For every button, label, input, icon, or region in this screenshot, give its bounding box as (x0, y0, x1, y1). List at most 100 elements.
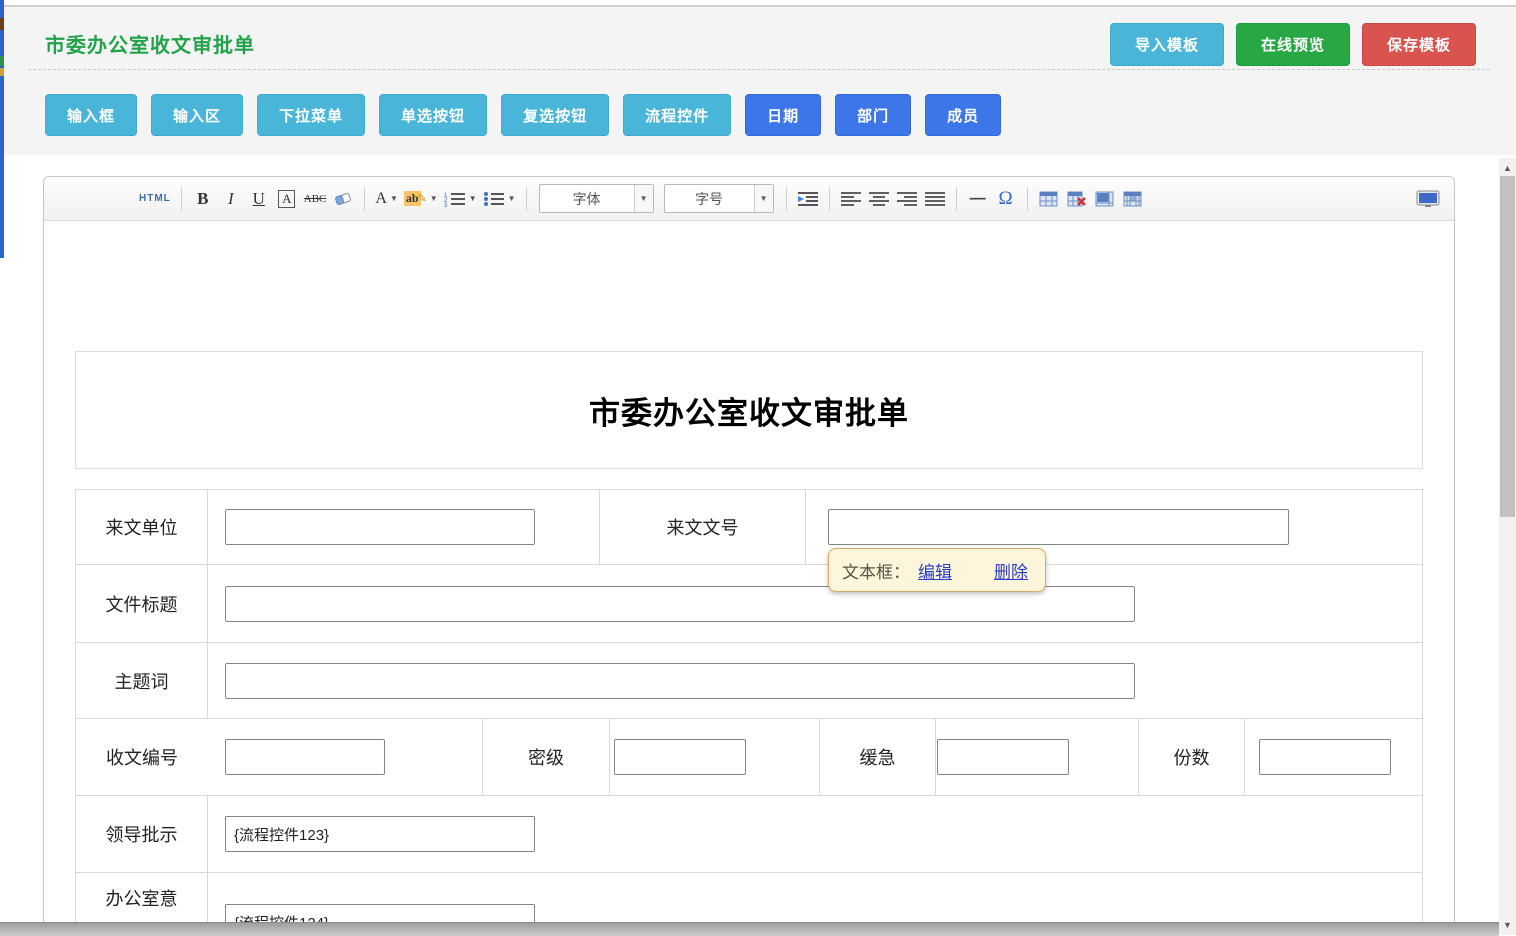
form-title: 市委办公室收文审批单 (75, 351, 1423, 469)
label-incoming-unit: 来文单位 (76, 490, 208, 564)
incoming-unit-input[interactable] (225, 509, 535, 545)
bold-icon[interactable]: B (192, 186, 214, 212)
receipt-number-input[interactable] (225, 739, 385, 775)
online-preview-button[interactable]: 在线预览 (1236, 23, 1350, 66)
cell-copies (1245, 719, 1422, 795)
delete-link[interactable]: 删除 (994, 558, 1028, 583)
boxed-a-icon[interactable]: A (276, 186, 298, 212)
toolbar-separator (1027, 187, 1028, 211)
chevron-down-icon: ▼ (508, 194, 516, 203)
svg-text:3: 3 (444, 203, 448, 207)
align-right-icon[interactable] (896, 186, 918, 212)
label-leader-remark: 领导批示 (76, 796, 208, 872)
label-subject-word: 主题词 (76, 643, 208, 718)
incoming-number-input[interactable] (828, 509, 1289, 545)
table-row: 来文单位 来文文号 (76, 490, 1422, 565)
date-widget-button[interactable]: 日期 (745, 94, 821, 136)
chevron-down-icon: ▼ (390, 194, 398, 203)
strikethrough-icon[interactable]: ABC (304, 186, 327, 212)
copies-input[interactable] (1259, 739, 1391, 775)
label-incoming-number: 来文文号 (600, 490, 806, 564)
bottom-window-edge (0, 922, 1499, 936)
subject-word-input[interactable] (225, 663, 1135, 699)
insert-table-icon[interactable] (1038, 186, 1060, 212)
background-speck (0, 56, 4, 66)
highlight-color-icon[interactable]: ab✎▼ (404, 186, 438, 212)
radio-widget-button[interactable]: 单选按钮 (379, 94, 487, 136)
font-color-icon[interactable]: A▼ (375, 186, 397, 212)
underline-icon[interactable]: U (248, 186, 270, 212)
department-widget-button[interactable]: 部门 (835, 94, 911, 136)
editor-content-area[interactable]: 市委办公室收文审批单 来文单位 来文文号 文件标题 (44, 221, 1454, 935)
vertical-scrollbar[interactable]: ▲ ▼ (1499, 158, 1516, 935)
cell-leader-remark (208, 796, 1422, 872)
fullscreen-icon[interactable] (1416, 186, 1440, 212)
ordered-list-icon[interactable]: 123 ▼ (444, 186, 477, 212)
table-row: 领导批示 (76, 796, 1422, 873)
toolbar-separator (526, 187, 527, 211)
align-left-icon[interactable] (840, 186, 862, 212)
table-row: 主题词 (76, 643, 1422, 719)
textarea-widget-button[interactable]: 输入区 (151, 94, 243, 136)
label-secrecy: 密级 (483, 719, 610, 795)
cell-doc-title (208, 565, 1422, 642)
dropdown-widget-button[interactable]: 下拉菜单 (257, 94, 365, 136)
indent-icon[interactable] (797, 186, 819, 212)
scrollbar-thumb[interactable] (1500, 176, 1515, 517)
cell-secrecy (610, 719, 820, 795)
page-title: 市委办公室收文审批单 (45, 29, 255, 58)
rich-text-editor: HTML B I U A ABC A▼ ab✎▼ 123 ▼ ▼ 字体▼ 字号▼ (43, 176, 1455, 935)
urgency-input[interactable] (937, 739, 1069, 775)
italic-icon[interactable]: I (220, 186, 242, 212)
cell-incoming-unit (208, 490, 600, 564)
eraser-icon[interactable] (332, 186, 354, 212)
pencil-icon: ✎ (418, 192, 427, 205)
horizontal-rule-icon[interactable]: — (967, 186, 989, 212)
cell-properties-icon[interactable] (1122, 186, 1144, 212)
cell-urgency (936, 719, 1139, 795)
edit-link[interactable]: 编辑 (918, 558, 952, 583)
unordered-list-icon[interactable]: ▼ (483, 186, 516, 212)
secrecy-input[interactable] (614, 739, 746, 775)
special-character-icon[interactable]: Ω (995, 186, 1017, 212)
scroll-up-arrow-icon[interactable]: ▲ (1499, 160, 1516, 176)
checkbox-widget-button[interactable]: 复选按钮 (501, 94, 609, 136)
action-button-group: 导入模板 在线预览 保存模板 (1110, 23, 1476, 66)
input-box-widget-button[interactable]: 输入框 (45, 94, 137, 136)
toolbar-separator (181, 187, 182, 211)
toolbar-separator (364, 187, 365, 211)
background-speck (0, 68, 4, 76)
toolbar-separator (829, 187, 830, 211)
window-top-edge (0, 0, 1516, 7)
chevron-down-icon: ▼ (430, 194, 438, 203)
align-justify-icon[interactable] (924, 186, 946, 212)
delete-table-icon[interactable] (1066, 186, 1088, 212)
widget-tooltip: 文本框： 编辑 删除 (828, 548, 1046, 592)
leader-remark-input[interactable] (225, 816, 535, 852)
font-size-select[interactable]: 字号▼ (664, 184, 774, 213)
table-properties-icon[interactable] (1094, 186, 1116, 212)
background-speck (0, 18, 4, 30)
table-row: 收文编号 密级 缓急 份数 (76, 719, 1422, 796)
member-widget-button[interactable]: 成员 (925, 94, 1001, 136)
cell-subject-word (208, 643, 1422, 718)
chevron-down-icon: ▼ (469, 194, 477, 203)
toolbar-separator (786, 187, 787, 211)
label-copies: 份数 (1139, 719, 1245, 795)
chevron-down-icon: ▼ (754, 185, 773, 212)
import-template-button[interactable]: 导入模板 (1110, 23, 1224, 66)
font-family-select[interactable]: 字体▼ (539, 184, 654, 213)
label-urgency: 缓急 (820, 719, 936, 795)
save-template-button[interactable]: 保存模板 (1362, 23, 1476, 66)
source-code-icon[interactable]: HTML (139, 186, 171, 212)
flow-control-widget-button[interactable]: 流程控件 (623, 94, 731, 136)
header-panel: 市委办公室收文审批单 导入模板 在线预览 保存模板 输入框 输入区 下拉菜单 单… (4, 7, 1516, 155)
scroll-down-arrow-icon[interactable]: ▼ (1499, 917, 1516, 933)
dashed-divider (28, 69, 1490, 70)
label-receipt-number: 收文编号 (76, 744, 208, 770)
chevron-down-icon: ▼ (634, 185, 653, 212)
label-doc-title: 文件标题 (76, 565, 208, 642)
align-center-icon[interactable] (868, 186, 890, 212)
table-row: 文件标题 (76, 565, 1422, 643)
editor-toolbar: HTML B I U A ABC A▼ ab✎▼ 123 ▼ ▼ 字体▼ 字号▼ (44, 177, 1454, 221)
